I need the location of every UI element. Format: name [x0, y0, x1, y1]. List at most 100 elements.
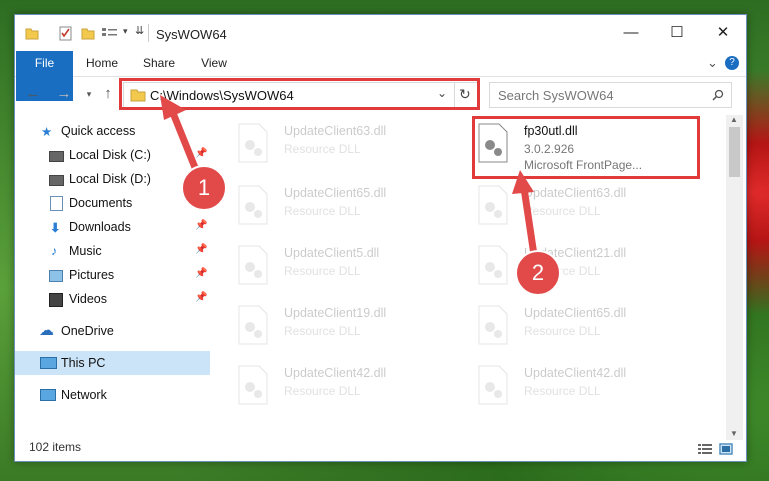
- sidebar-item-onedrive[interactable]: ☁ OneDrive: [15, 319, 210, 343]
- navigation-pane: ★ Quick access Local Disk (C:) 📌 Local D…: [15, 115, 210, 415]
- maximize-button[interactable]: ☐: [654, 15, 700, 51]
- file-type: Resource DLL: [284, 384, 361, 398]
- sidebar-item-label: Local Disk (C:): [69, 148, 151, 162]
- pictures-icon: [49, 270, 63, 282]
- close-button[interactable]: ✕: [700, 15, 746, 51]
- documents-icon: [50, 196, 63, 211]
- view-options-icon[interactable]: [101, 25, 119, 41]
- file-type: Resource DLL: [284, 264, 361, 278]
- refresh-icon[interactable]: ↻: [459, 86, 471, 103]
- sidebar-item-quick-access[interactable]: ★ Quick access: [15, 119, 210, 143]
- file-name: UpdateClient5.dll: [284, 246, 380, 260]
- downloads-icon: ⬇: [50, 221, 61, 235]
- network-icon: [40, 389, 56, 401]
- drive-icon: [49, 175, 64, 186]
- dll-file-icon: [238, 365, 268, 405]
- address-divider: [454, 83, 455, 107]
- sidebar-item-local-disk-c[interactable]: Local Disk (C:) 📌: [15, 143, 210, 167]
- address-bar[interactable]: C:\Windows\SysWOW64 ⌄ ↻: [123, 82, 478, 108]
- tab-view[interactable]: View: [191, 51, 237, 76]
- back-icon[interactable]: ←: [25, 85, 41, 103]
- sidebar-item-videos[interactable]: Videos 📌: [15, 287, 210, 311]
- file-name: UpdateClient42.dll: [284, 366, 387, 380]
- collapse-ribbon-icon[interactable]: ⌄: [707, 55, 718, 71]
- sidebar-item-pictures[interactable]: Pictures 📌: [15, 263, 210, 287]
- list-item[interactable]: UpdateClient19.dll Resource DLL: [225, 299, 455, 349]
- scroll-up-icon[interactable]: ▲: [730, 115, 738, 124]
- tab-share[interactable]: Share: [134, 51, 184, 76]
- explorer-window: ▾ ⇊ SysWOW64 — ☐ ✕ File Home Share View …: [14, 14, 747, 462]
- file-name: UpdateClient65.dll: [284, 186, 387, 200]
- pin-icon[interactable]: 📌: [195, 292, 207, 303]
- forward-icon[interactable]: →: [56, 85, 72, 103]
- file-name: UpdateClient42.dll: [524, 366, 627, 380]
- customize-toolbar-icon[interactable]: ⇊: [135, 24, 149, 40]
- search-icon[interactable]: [712, 89, 724, 101]
- sidebar-item-network[interactable]: Network: [15, 383, 210, 407]
- file-type: Resource DLL: [524, 204, 601, 218]
- star-icon: ★: [41, 125, 53, 139]
- search-input[interactable]: Search SysWOW64: [498, 88, 614, 103]
- help-icon[interactable]: ?: [725, 56, 739, 70]
- file-type: Resource DLL: [284, 142, 361, 156]
- pin-icon[interactable]: 📌: [195, 268, 207, 279]
- sidebar-item-label: Downloads: [69, 220, 131, 234]
- vertical-scrollbar[interactable]: ▲ ▼: [726, 115, 743, 440]
- pin-icon[interactable]: 📌: [195, 244, 207, 255]
- properties-icon[interactable]: [59, 25, 73, 41]
- title-bar: ▾ ⇊ SysWOW64 — ☐ ✕: [15, 15, 746, 51]
- file-name: UpdateClient63.dll: [524, 186, 627, 200]
- scroll-thumb[interactable]: [729, 127, 740, 177]
- details-view-icon[interactable]: [698, 443, 712, 455]
- address-dropdown-icon[interactable]: ⌄: [437, 86, 447, 100]
- list-item[interactable]: UpdateClient5.dll Resource DLL: [225, 239, 455, 289]
- folder-icon: [25, 28, 39, 40]
- list-item[interactable]: UpdateClient63.dll Resource DLL: [225, 117, 455, 167]
- cloud-icon: ☁: [39, 322, 54, 339]
- dll-file-icon: [238, 245, 268, 285]
- sidebar-item-this-pc[interactable]: This PC: [15, 351, 210, 375]
- list-item[interactable]: UpdateClient21.dll Resource DLL: [465, 239, 695, 289]
- music-icon: ♪: [51, 244, 58, 258]
- tab-home[interactable]: Home: [77, 51, 127, 76]
- pin-icon[interactable]: 📌: [195, 220, 207, 231]
- file-name: UpdateClient19.dll: [284, 306, 387, 320]
- ribbon-tabs: File Home Share View ⌄ ?: [15, 51, 746, 101]
- search-box[interactable]: Search SysWOW64: [489, 82, 732, 108]
- minimize-button[interactable]: —: [608, 15, 654, 51]
- dll-file-icon: [478, 365, 508, 405]
- recent-locations-icon[interactable]: ▾: [81, 85, 97, 103]
- dll-file-icon: [478, 305, 508, 345]
- sidebar-item-downloads[interactable]: ⬇ Downloads 📌: [15, 215, 210, 239]
- list-item[interactable]: UpdateClient65.dll Resource DLL: [465, 299, 695, 349]
- file-type: Resource DLL: [524, 324, 601, 338]
- sidebar-item-documents[interactable]: Documents 📌: [15, 191, 210, 215]
- file-name: UpdateClient65.dll: [524, 306, 627, 320]
- file-name: UpdateClient63.dll: [284, 124, 387, 138]
- file-type: Resource DLL: [284, 324, 361, 338]
- dll-file-icon: [478, 185, 508, 225]
- file-name: fp30utl.dll: [524, 124, 578, 138]
- new-folder-icon[interactable]: [81, 25, 95, 41]
- scroll-down-icon[interactable]: ▼: [730, 429, 738, 438]
- address-row: ← → ▾ ↑ C:\Windows\SysWOW64 ⌄ ↻ Search S…: [15, 77, 746, 111]
- sidebar-item-label: Documents: [69, 196, 133, 210]
- up-icon[interactable]: ↑: [100, 85, 116, 103]
- list-item[interactable]: UpdateClient42.dll Resource DLL: [465, 359, 695, 409]
- file-type: Resource DLL: [524, 384, 601, 398]
- list-item-highlighted[interactable]: fp30utl.dll 3.0.2.926 Microsoft FrontPag…: [465, 117, 695, 175]
- dll-file-icon: [238, 123, 268, 163]
- step-1-badge: 1: [181, 165, 227, 211]
- sidebar-item-label: Quick access: [61, 124, 136, 138]
- step-2-badge: 2: [515, 250, 561, 296]
- file-description: Microsoft FrontPage...: [524, 158, 643, 172]
- sidebar-item-label: OneDrive: [61, 324, 114, 338]
- pin-icon[interactable]: 📌: [195, 148, 207, 159]
- sidebar-item-music[interactable]: ♪ Music 📌: [15, 239, 210, 263]
- list-item[interactable]: UpdateClient42.dll Resource DLL: [225, 359, 455, 409]
- large-icons-view-icon[interactable]: [719, 443, 733, 455]
- computer-icon: [40, 357, 57, 369]
- file-type: Resource DLL: [284, 204, 361, 218]
- list-item[interactable]: UpdateClient63.dll Resource DLL: [465, 179, 695, 229]
- list-item[interactable]: UpdateClient65.dll Resource DLL: [225, 179, 455, 229]
